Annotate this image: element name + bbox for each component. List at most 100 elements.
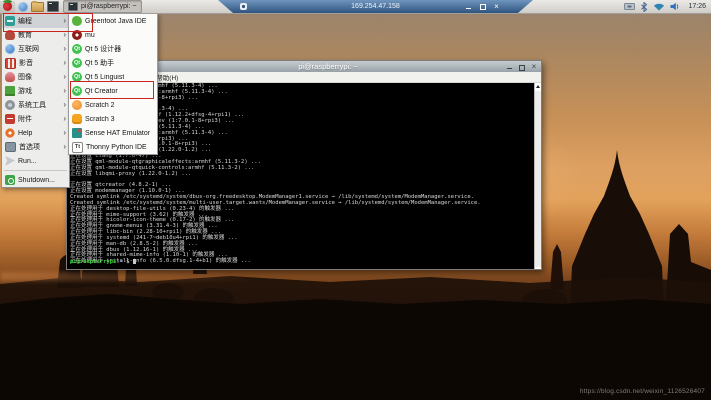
- terminal-cursor: [133, 259, 136, 264]
- submenu-item-icon: [72, 16, 82, 26]
- volume-icon[interactable]: [670, 2, 681, 11]
- submenu-item-greenfoot[interactable]: Greenfoot Java IDE: [69, 14, 157, 28]
- submenu-arrow-icon: ›: [63, 70, 66, 84]
- scrollbar-thumb[interactable]: [535, 91, 541, 267]
- menu-item-shutdown[interactable]: Shutdown...: [2, 173, 69, 187]
- globe-icon: [18, 2, 28, 12]
- menu-item-label: 首选项: [19, 142, 40, 152]
- close-icon[interactable]: ×: [493, 3, 500, 10]
- menu-item-icon: [5, 58, 16, 69]
- scroll-up-icon[interactable]: [536, 85, 540, 88]
- menu-item-run[interactable]: Run...: [2, 154, 69, 168]
- terminal-launcher[interactable]: [45, 1, 60, 13]
- terminal-line: 正在处理用于 install-info (6.5.0.dfsg.1-4+b1) …: [70, 259, 533, 265]
- menu-item-label: 图像: [18, 72, 32, 82]
- wifi-icon[interactable]: [653, 2, 665, 11]
- submenu-item-mu[interactable]: mu: [69, 28, 157, 42]
- submenu-arrow-icon: ›: [63, 126, 66, 140]
- prompt-user: pi@raspberrypi: [70, 259, 116, 265]
- sunset-mist: [0, 272, 260, 281]
- menu-item-icon: [5, 175, 15, 185]
- terminal-icon: [68, 2, 78, 11]
- raspberry-icon: [3, 2, 12, 11]
- menu-item-graphics[interactable]: 图像 ›: [2, 70, 69, 84]
- submenu-item-label: mu: [85, 32, 95, 39]
- programming-submenu-panel: Greenfoot Java IDE mu Qt 5 设计器 Qt 5 助手 Q…: [68, 13, 158, 155]
- menu-item-sound-video[interactable]: 影音 ›: [2, 56, 69, 70]
- submenu-arrow-icon: ›: [63, 140, 66, 154]
- menu-item-icon: [5, 72, 15, 82]
- menu-item-education[interactable]: 教育 ›: [2, 28, 69, 42]
- submenu-item-thonny[interactable]: Thonny Python IDE: [69, 140, 157, 154]
- menu-item-icon: [5, 100, 15, 110]
- submenu-item-icon: [72, 72, 82, 82]
- terminal-menu-item[interactable]: 帮助(H): [156, 72, 178, 82]
- menu-item-icon: [5, 30, 15, 40]
- submenu-item-label: Qt Creator: [85, 88, 118, 95]
- taskbar-window-button[interactable]: pi@raspberrypi: ~: [63, 0, 142, 13]
- submenu-arrow-icon: ›: [63, 42, 66, 56]
- submenu-item-sense-hat[interactable]: Sense HAT Emulator: [69, 126, 157, 140]
- watermark-url: https://blog.csdn.net/weixin_1126526407: [580, 388, 705, 395]
- submenu-item-label: Qt 5 设计器: [85, 44, 121, 54]
- menu-item-label: 教育: [18, 30, 32, 40]
- submenu-item-qt5-linguist[interactable]: Qt 5 Linguist: [69, 70, 157, 84]
- submenu-item-scratch2[interactable]: Scratch 2: [69, 98, 157, 112]
- menu-item-icon: [5, 44, 15, 54]
- browser-launcher[interactable]: [15, 1, 30, 13]
- submenu-item-label: Qt 5 Linguist: [85, 74, 124, 81]
- submenu-item-icon: [72, 114, 82, 124]
- submenu-item-label: Thonny Python IDE: [86, 144, 147, 151]
- submenu-item-icon: [72, 128, 82, 138]
- folder-icon: [31, 2, 44, 12]
- maximize-icon[interactable]: [519, 64, 525, 70]
- menu-item-programming[interactable]: 编程 ›: [2, 14, 69, 28]
- menu-item-label: Run...: [18, 158, 37, 165]
- submenu-item-icon: [72, 58, 82, 68]
- menu-item-icon: [5, 156, 15, 166]
- menu-item-icon: [5, 114, 15, 124]
- submenu-arrow-icon: ›: [63, 28, 66, 42]
- menu-item-system-tools[interactable]: 系统工具 ›: [2, 98, 69, 112]
- submenu-item-label: Scratch 2: [85, 102, 115, 109]
- menu-item-icon: [5, 16, 15, 26]
- menu-item-help[interactable]: Help ›: [2, 126, 69, 140]
- terminal-title: pi@raspberrypi: ~: [91, 62, 565, 71]
- minimize-icon[interactable]: [507, 64, 513, 70]
- menu-item-label: 附件: [18, 114, 32, 124]
- submenu-item-label: Qt 5 助手: [85, 58, 114, 68]
- menu-item-label: Shutdown...: [18, 177, 55, 184]
- file-manager-launcher[interactable]: [30, 1, 45, 13]
- submenu-item-qt5-assistant[interactable]: Qt 5 助手: [69, 56, 157, 70]
- submenu-arrow-icon: ›: [63, 112, 66, 126]
- submenu-item-label: Greenfoot Java IDE: [85, 18, 146, 25]
- minimize-icon[interactable]: [465, 3, 472, 10]
- menu-item-icon: [5, 86, 15, 96]
- bluetooth-icon[interactable]: [640, 2, 648, 12]
- restore-icon[interactable]: [479, 3, 486, 10]
- submenu-item-qt5-designer[interactable]: Qt 5 设计器: [69, 42, 157, 56]
- clock[interactable]: 17:26: [688, 3, 706, 10]
- app-menu-panel: 编程 › 教育 › 互联网 › 影音 › 图像: [1, 13, 70, 188]
- submenu-arrow-icon: ›: [63, 84, 66, 98]
- terminal-scrollbar[interactable]: [534, 83, 541, 269]
- terminal-window-controls: ×: [507, 61, 537, 72]
- close-icon[interactable]: ×: [531, 64, 537, 70]
- menu-item-accessories[interactable]: 附件 ›: [2, 112, 69, 126]
- menu-item-label: 编程: [18, 16, 32, 26]
- submenu-item-qt-creator[interactable]: Qt Creator: [69, 84, 157, 98]
- menu-item-preferences[interactable]: 首选项 ›: [2, 140, 69, 154]
- submenu-arrow-icon: ›: [63, 14, 66, 28]
- menu-item-label: Help: [18, 130, 32, 137]
- menu-item-games[interactable]: 游戏 ›: [2, 84, 69, 98]
- menu-item-internet[interactable]: 互联网 ›: [2, 42, 69, 56]
- submenu-item-scratch3[interactable]: Scratch 3: [69, 112, 157, 126]
- submenu-item-icon: [72, 142, 83, 153]
- submenu-item-label: Scratch 3: [85, 116, 115, 123]
- terminal-icon: [47, 1, 59, 12]
- menu-item-icon: [5, 128, 15, 138]
- system-tray: 17:26: [624, 2, 711, 12]
- submenu-item-icon: [72, 86, 82, 96]
- ethernet-icon[interactable]: [624, 2, 635, 11]
- menu-button[interactable]: [0, 1, 15, 13]
